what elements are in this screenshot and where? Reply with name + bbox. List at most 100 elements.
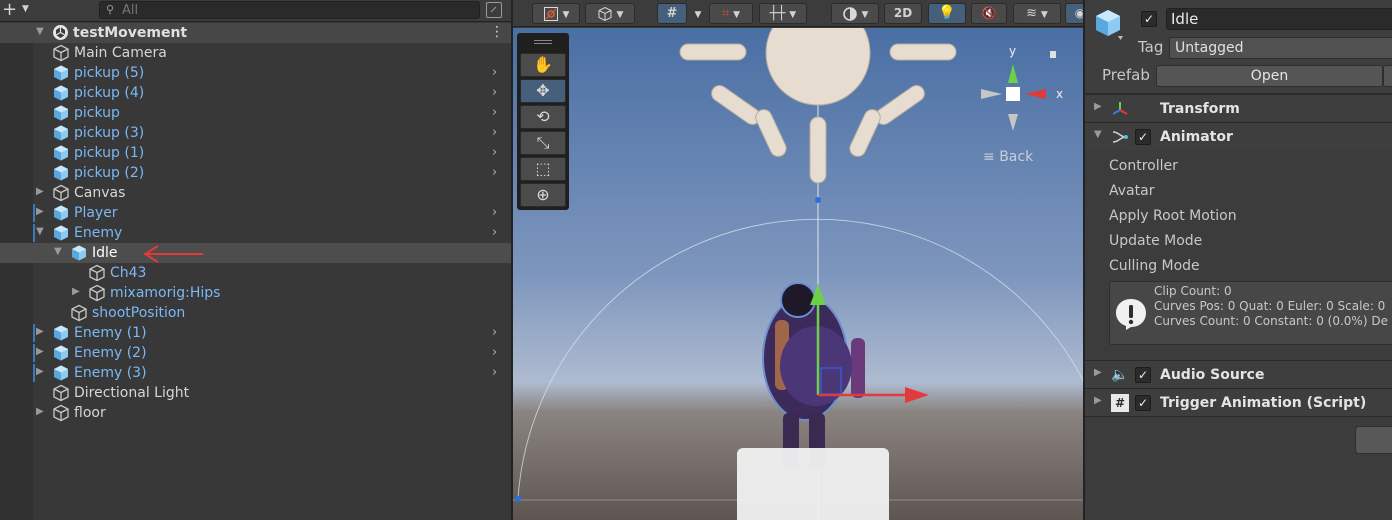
hierarchy-row[interactable]: ▶ Enemy (1) › (33, 323, 511, 343)
snap-icon: ⌗ (721, 6, 730, 21)
hierarchy-row[interactable]: pickup › (33, 103, 511, 123)
more-options-icon[interactable]: ⋮ (490, 24, 504, 40)
tag-dropdown[interactable]: Untagged (1169, 37, 1392, 59)
open-prefab-chevron-icon[interactable]: › (492, 85, 497, 100)
drag-handle[interactable] (534, 40, 552, 44)
expand-arrow-icon[interactable]: ▼ (1094, 129, 1102, 140)
expand-arrow-icon[interactable]: ▶ (36, 186, 44, 197)
expand-arrow-icon[interactable]: ▶ (36, 406, 44, 417)
grid-snapping-button[interactable]: # (657, 3, 687, 24)
hierarchy-row[interactable]: ▶ Player › (33, 203, 511, 223)
hierarchy-row[interactable]: ▶ Enemy (2) › (33, 343, 511, 363)
expand-arrow-icon[interactable]: ▶ (36, 326, 44, 337)
open-prefab-chevron-icon[interactable]: › (492, 145, 497, 160)
gizmo-y-label: y (1009, 44, 1017, 58)
scale-tool[interactable]: ⤡ (520, 131, 566, 155)
expand-arrow-icon[interactable]: ▶ (36, 366, 44, 377)
rect-tool[interactable]: ⬚ (520, 157, 566, 181)
hand-tool[interactable]: ✋ (520, 53, 566, 77)
open-prefab-chevron-icon[interactable]: › (492, 105, 497, 120)
add-label: + (2, 0, 18, 20)
transform-component-header[interactable]: ▶ Transform (1085, 94, 1392, 122)
hierarchy-row[interactable]: pickup (3) › (33, 123, 511, 143)
trigger-animation-enabled-checkbox[interactable]: ✓ (1135, 395, 1151, 411)
increment-snapping-button[interactable]: ⌗ ▼ (709, 3, 753, 24)
animator-enabled-checkbox[interactable]: ✓ (1135, 129, 1151, 145)
hierarchy-row-selected[interactable]: ▼ Idle (0, 243, 511, 263)
scene-viewport[interactable]: ✋ ✥ ⟲ ⤡ ⬚ ⊕ y x ≡ Back (513, 28, 1083, 520)
gameobject-cube-icon (53, 44, 69, 62)
hierarchy-row[interactable]: pickup (2) › (33, 163, 511, 183)
search-by-type-icon[interactable] (486, 2, 502, 18)
hierarchy-row[interactable]: Ch43 (33, 263, 511, 283)
transform-axes-icon (1112, 102, 1128, 115)
hierarchy-row[interactable]: ▼ Enemy › (33, 223, 511, 243)
expand-arrow-icon[interactable]: ▼ (54, 246, 62, 257)
hierarchy-row-label: Ch43 (110, 265, 147, 281)
expand-arrow-icon[interactable]: ▶ (72, 286, 80, 297)
hierarchy-row[interactable]: ▶ mixamorig:Hips (33, 283, 511, 303)
search-input[interactable] (122, 2, 462, 18)
open-prefab-chevron-icon[interactable]: › (492, 345, 497, 360)
rotate-icon: ⟲ (536, 107, 550, 126)
global-local-button[interactable]: ▼ (585, 3, 635, 24)
pivot-mode-button[interactable]: ▼ (532, 3, 580, 24)
audio-source-component-header[interactable]: ▶ 🔈 ✓ Audio Source (1085, 360, 1392, 388)
prefab-cube-icon (54, 325, 68, 341)
open-prefab-chevron-icon[interactable]: › (492, 225, 497, 240)
expand-arrow-icon[interactable]: ▶ (36, 206, 44, 217)
expand-arrow-icon[interactable]: ▶ (1094, 395, 1102, 406)
expand-arrow-icon[interactable]: ▶ (1094, 101, 1102, 112)
open-prefab-chevron-icon[interactable]: › (492, 65, 497, 80)
shading-mode-button[interactable]: ▼ (831, 3, 879, 24)
add-object-button[interactable]: + ▼ (2, 1, 32, 20)
prefab-overrides-button[interactable] (1383, 65, 1392, 87)
open-prefab-button[interactable]: Open (1156, 65, 1383, 87)
hierarchy-row-label: Enemy (3) (74, 365, 147, 381)
audio-toggle-button[interactable]: 🔇 (971, 3, 1007, 24)
rotate-tool[interactable]: ⟲ (520, 105, 566, 129)
grid-snapping-dropdown[interactable]: ▼ (689, 3, 707, 24)
expand-arrow-icon[interactable]: ▼ (36, 226, 44, 237)
lighting-toggle-button[interactable]: 💡 (928, 3, 966, 24)
hierarchy-row[interactable]: shootPosition (33, 303, 511, 323)
prefab-label: Prefab (1102, 66, 1150, 84)
add-component-button[interactable] (1355, 426, 1392, 454)
animator-component-header[interactable]: ▼ ✓ Animator (1085, 122, 1392, 150)
hierarchy-row[interactable]: ▶ floor (33, 403, 511, 423)
view-back-label[interactable]: ≡ Back (983, 149, 1033, 165)
grid-visibility-button[interactable]: ┼┼ ▼ (759, 3, 807, 24)
scene-header[interactable]: ▼ testMovement ⋮ (0, 23, 511, 43)
transform-tool[interactable]: ⊕ (520, 183, 566, 207)
expand-arrow-icon[interactable]: ▶ (1094, 367, 1102, 378)
effects-button[interactable]: ≋ ▼ (1013, 3, 1061, 24)
audio-source-enabled-checkbox[interactable]: ✓ (1135, 367, 1151, 383)
lightbulb-icon: 💡 (938, 5, 956, 21)
ruler-icon: ┼┼ (769, 6, 786, 21)
hierarchy-row[interactable]: ▶ Enemy (3) › (33, 363, 511, 383)
hierarchy-row[interactable]: pickup (5) › (33, 63, 511, 83)
active-checkbox[interactable]: ✓ (1141, 11, 1157, 27)
animator-title: Animator (1160, 129, 1233, 145)
hierarchy-search[interactable]: ⚲ (99, 1, 480, 19)
expand-arrow-icon[interactable]: ▼ (36, 26, 44, 37)
hierarchy-row[interactable]: Main Camera (33, 43, 511, 63)
hierarchy-row[interactable]: ▶ Canvas (33, 183, 511, 203)
open-prefab-chevron-icon[interactable]: › (492, 165, 497, 180)
prefab-cube-icon (54, 125, 68, 141)
open-prefab-chevron-icon[interactable]: › (492, 205, 497, 220)
2d-toggle-button[interactable]: 2D (884, 3, 922, 24)
open-prefab-chevron-icon[interactable]: › (492, 365, 497, 380)
open-prefab-chevron-icon[interactable]: › (492, 325, 497, 340)
scene-visibility-button[interactable]: ◉ (1065, 3, 1083, 24)
prefab-override-marker (33, 204, 35, 222)
trigger-animation-component-header[interactable]: ▶ # ✓ Trigger Animation (Script) (1085, 388, 1392, 416)
expand-arrow-icon[interactable]: ▶ (36, 346, 44, 357)
hierarchy-row[interactable]: Directional Light (33, 383, 511, 403)
move-tool[interactable]: ✥ (520, 79, 566, 103)
hierarchy-row[interactable]: pickup (1) › (33, 143, 511, 163)
open-prefab-chevron-icon[interactable]: › (492, 125, 497, 140)
object-name-field[interactable] (1166, 8, 1392, 30)
hierarchy-row[interactable]: pickup (4) › (33, 83, 511, 103)
prefab-override-marker (33, 324, 35, 342)
